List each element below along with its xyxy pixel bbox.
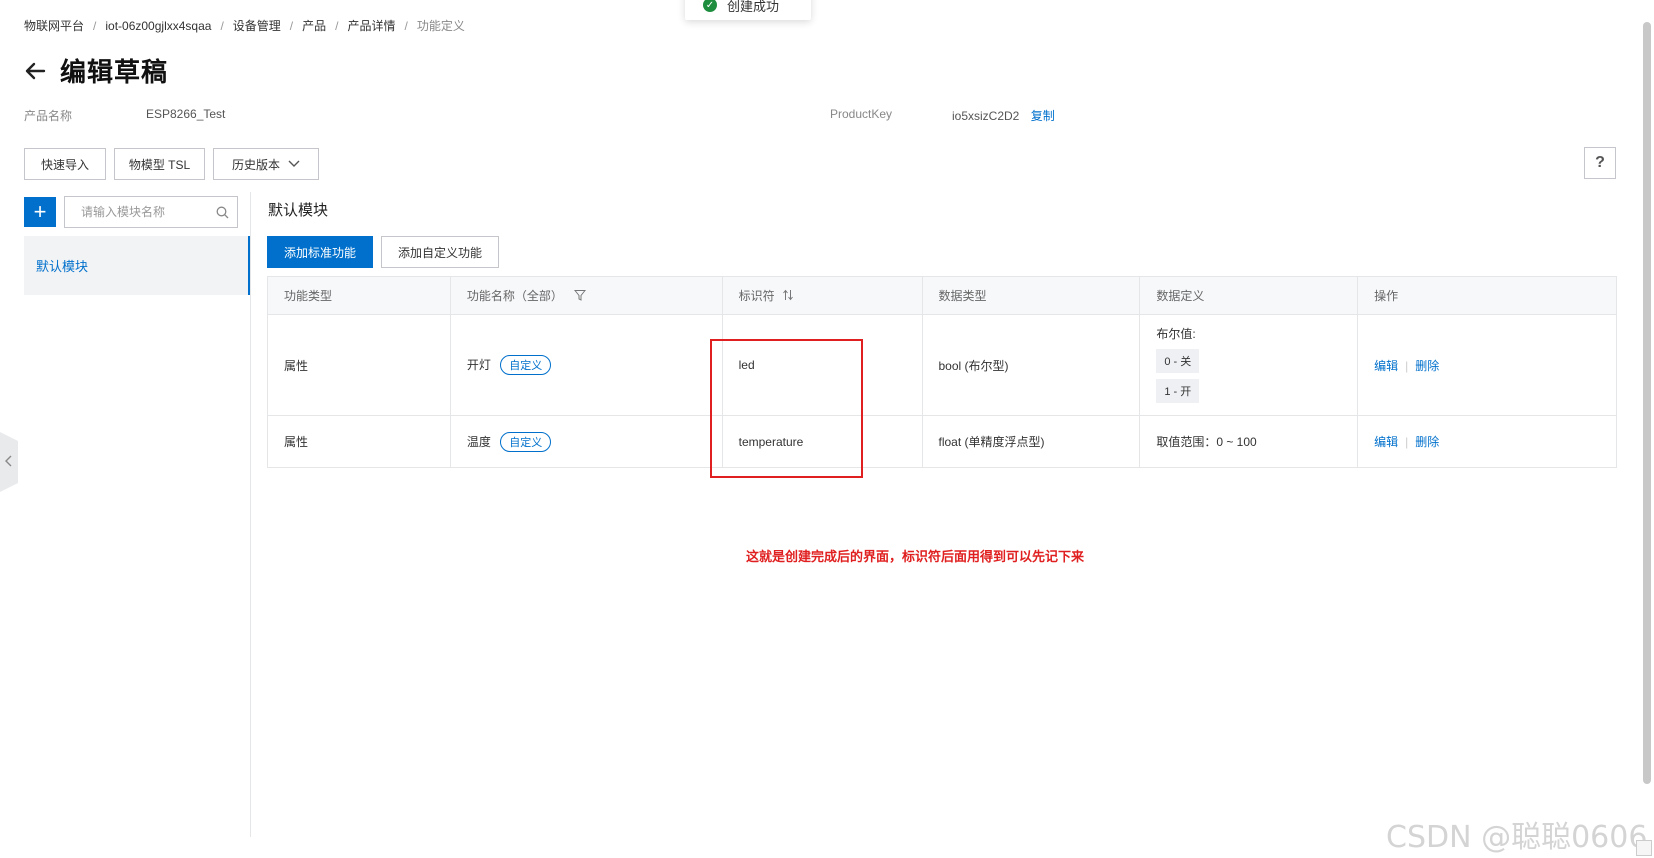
sidebar-item-label: 默认模块 [36, 259, 89, 274]
cell-function-type: 属性 [267, 314, 451, 416]
vertical-scrollbar[interactable] [1643, 22, 1651, 784]
tsl-label: 物模型 TSL [128, 157, 191, 172]
add-standard-label: 添加标准功能 [283, 245, 356, 260]
bool-value-chip: 1 - 开 [1156, 378, 1200, 403]
breadcrumb-item-device-management[interactable]: 设备管理 [233, 17, 281, 34]
search-icon[interactable] [216, 206, 229, 222]
col-header-function-name[interactable]: 功能名称（全部） [449, 276, 723, 315]
cell-data-type: float (单精度浮点型) [921, 415, 1141, 468]
cell-actions: 编辑 | 删除 [1357, 415, 1617, 468]
breadcrumb-item-product-detail[interactable]: 产品详情 [348, 17, 396, 34]
page-header: 编辑草稿 [22, 52, 168, 89]
module-search [64, 196, 238, 228]
cell-function-name: 开灯 自定义 [449, 314, 723, 416]
page-title: 编辑草稿 [60, 57, 169, 87]
product-name-label: 产品名称 [24, 109, 73, 123]
bool-value-chip: 0 - 关 [1156, 348, 1200, 373]
product-name-value: ESP8266_Test [146, 107, 226, 121]
quick-import-label: 快速导入 [40, 157, 89, 172]
breadcrumb-item-product[interactable]: 产品 [302, 17, 326, 34]
breadcrumb-separator: / [93, 18, 97, 33]
cell-data-definition: 取值范围：0 ~ 100 [1139, 415, 1359, 468]
col-header-data-definition: 数据定义 [1139, 276, 1359, 315]
copy-button[interactable]: 复制 [1031, 109, 1055, 123]
col-header-identifier[interactable]: 标识符 [721, 276, 923, 315]
table-row: 属性 温度 自定义 temperature float (单精度浮点型) 取值范… [267, 415, 1617, 468]
plus-icon: + [33, 199, 47, 224]
help-button[interactable]: ? [1584, 147, 1616, 179]
sidebar-collapse-handle[interactable] [0, 432, 18, 492]
toast-text: 创建成功 [727, 0, 780, 14]
function-table: 功能类型 功能名称（全部） 标识符 数据类型 数据定义 操作 属性 开灯 自定义… [267, 276, 1617, 468]
col-header-function-type: 功能类型 [267, 276, 451, 315]
breadcrumb-separator: / [404, 18, 408, 33]
product-key-value: io5xsizC2D2 [952, 109, 1020, 123]
cell-data-definition: 布尔值: 0 - 关 1 - 开 [1139, 314, 1359, 416]
sort-icon[interactable] [782, 289, 794, 304]
chevron-left-icon [5, 455, 13, 470]
resize-corner-icon [1636, 840, 1652, 856]
add-module-button[interactable]: + [24, 197, 56, 227]
table-header-row: 功能类型 功能名称（全部） 标识符 数据类型 数据定义 操作 [267, 276, 1617, 315]
annotation-text: 这就是创建完成后的界面，标识符后面用得到可以先记下来 [746, 549, 1085, 564]
module-search-input[interactable] [81, 205, 211, 219]
watermark: CSDN @聪聪0606 [1386, 820, 1648, 855]
custom-tag: 自定义 [500, 431, 552, 452]
edit-link[interactable]: 编辑 [1374, 435, 1398, 449]
quick-import-button[interactable]: 快速导入 [24, 148, 106, 180]
sidebar-divider [250, 192, 251, 837]
breadcrumb-separator: / [220, 18, 224, 33]
breadcrumb-item-function-definition: 功能定义 [416, 19, 465, 33]
edit-link[interactable]: 编辑 [1374, 359, 1398, 373]
section-title: 默认模块 [268, 202, 329, 219]
check-circle-icon: ✓ [703, 0, 717, 12]
col-header-data-type: 数据类型 [921, 276, 1141, 315]
breadcrumb-item-instance[interactable]: iot-06z00gjlxx4sqaa [105, 19, 211, 33]
col-header-function-name-label: 功能名称（全部） [466, 288, 563, 303]
custom-tag: 自定义 [500, 355, 552, 375]
action-divider: | [1405, 435, 1409, 449]
col-header-actions: 操作 [1357, 276, 1617, 315]
action-divider: | [1405, 358, 1409, 373]
product-key-group: io5xsizC2D2 复制 [952, 107, 1055, 124]
delete-link[interactable]: 删除 [1415, 435, 1439, 449]
delete-link[interactable]: 删除 [1415, 359, 1439, 373]
filter-icon[interactable] [574, 290, 587, 304]
breadcrumb-separator: / [289, 18, 294, 33]
col-header-identifier-label: 标识符 [738, 288, 775, 303]
breadcrumb: 物联网平台 / iot-06z00gjlxx4sqaa / 设备管理 / 产品 … [24, 17, 465, 34]
breadcrumb-item-iot-platform[interactable]: 物联网平台 [24, 17, 84, 34]
history-label: 历史版本 [231, 157, 280, 172]
add-custom-label: 添加自定义功能 [397, 245, 482, 260]
product-key-label: ProductKey [830, 107, 893, 121]
success-toast: ✓ 创建成功 [685, 0, 811, 20]
cell-function-type: 属性 [267, 415, 451, 468]
sidebar-item-default-module[interactable]: 默认模块 [24, 236, 250, 295]
table-row: 属性 开灯 自定义 led bool (布尔型) 布尔值: 0 - 关 1 - … [267, 314, 1617, 416]
chevron-down-icon [288, 157, 300, 171]
back-arrow-icon[interactable] [22, 58, 48, 84]
add-custom-function-button[interactable]: 添加自定义功能 [381, 236, 499, 268]
function-name: 开灯 [466, 358, 491, 372]
breadcrumb-separator: / [335, 18, 339, 33]
cell-function-name: 温度 自定义 [449, 415, 723, 468]
help-icon: ? [1595, 154, 1605, 171]
function-name: 温度 [466, 434, 491, 449]
bool-definition-title: 布尔值: [1156, 326, 1196, 341]
tsl-button[interactable]: 物模型 TSL [114, 148, 205, 180]
cell-actions: 编辑 | 删除 [1357, 314, 1617, 416]
cell-data-type: bool (布尔型) [921, 314, 1141, 416]
history-version-dropdown[interactable]: 历史版本 [213, 148, 319, 180]
identifier-highlight-box [710, 339, 863, 478]
add-standard-function-button[interactable]: 添加标准功能 [267, 236, 373, 268]
